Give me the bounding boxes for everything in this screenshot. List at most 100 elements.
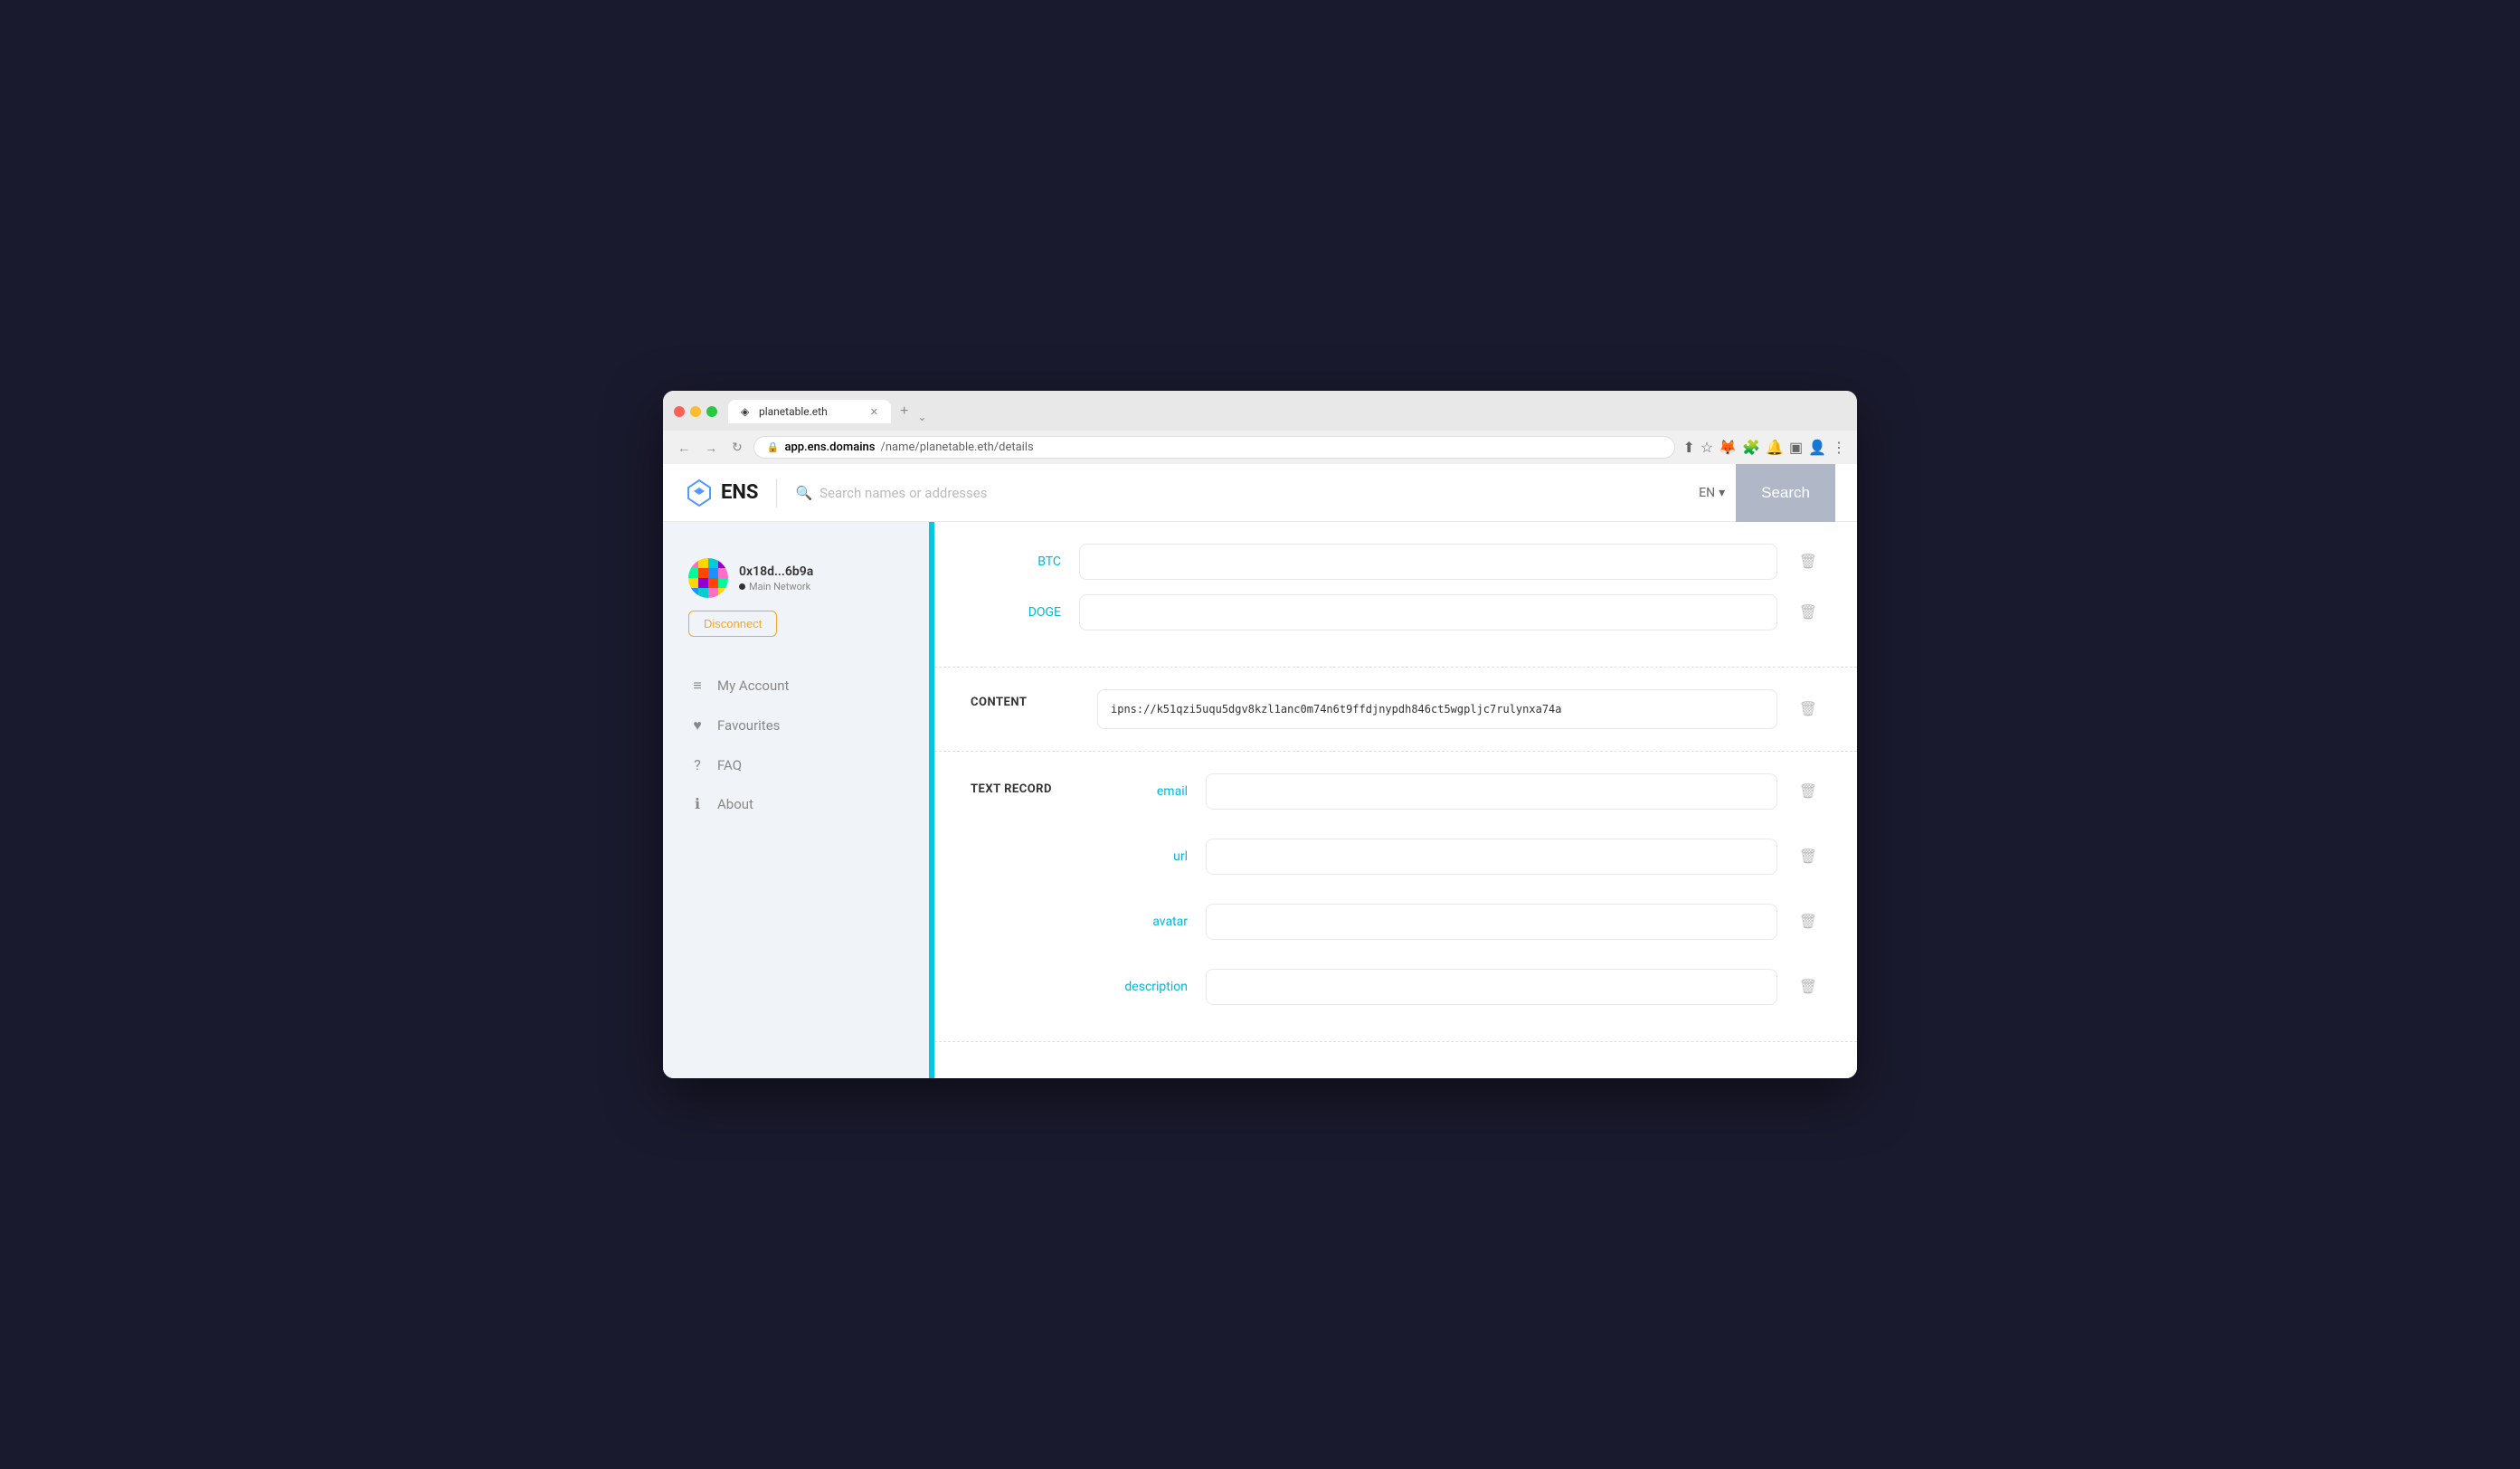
chevron-down-icon: ▾ — [1719, 486, 1725, 500]
sidebar-item-my-account[interactable]: ≡ My Account — [663, 666, 932, 706]
browser-controls: ◈ planetable.eth ✕ + ⌄ — [674, 400, 1846, 423]
description-input[interactable] — [1206, 969, 1777, 1005]
btc-label: BTC — [971, 554, 1061, 569]
sidebar-item-label: FAQ — [717, 757, 742, 773]
address-path: /name/planetable.eth/details — [880, 441, 1033, 454]
question-icon: ? — [688, 756, 706, 773]
new-tab-button[interactable]: + — [893, 400, 915, 423]
browser-tab[interactable]: ◈ planetable.eth ✕ — [728, 400, 891, 423]
address-bar[interactable]: 🔒 app.ens.domains /name/planetable.eth/d… — [753, 436, 1676, 459]
sidebar-item-faq[interactable]: ? FAQ — [663, 745, 932, 784]
app-header: ENS 🔍 Search names or addresses EN ▾ Sea… — [663, 464, 1857, 522]
url-label: url — [1097, 849, 1188, 864]
avatar-label: avatar — [1097, 915, 1188, 929]
search-bar[interactable]: 🔍 Search names or addresses — [795, 485, 1688, 501]
traffic-lights — [674, 406, 717, 417]
search-placeholder: Search names or addresses — [819, 485, 987, 501]
address-domain: app.ens.domains — [784, 441, 875, 454]
btc-input[interactable] — [1079, 544, 1777, 580]
description-delete-button[interactable]: 🗑 — [1795, 974, 1821, 1000]
btc-delete-button[interactable]: 🗑 — [1795, 549, 1821, 574]
reload-button[interactable]: ↻ — [728, 438, 746, 457]
search-icon: 🔍 — [795, 485, 812, 501]
content-value: ipns://k51qzi5uqu5dgv8kzl1anc0m74n6t9ffd… — [1097, 689, 1777, 729]
doge-label: DOGE — [971, 605, 1061, 620]
doge-row: DOGE 🗑 — [971, 594, 1821, 630]
url-input[interactable] — [1206, 839, 1777, 875]
content-section: CONTENT ipns://k51qzi5uqu5dgv8kzl1anc0m7… — [934, 668, 1857, 752]
browser-action-buttons: ⬆ ☆ 🦊 🧩 🔔 ▣ 👤 ⋮ — [1682, 439, 1846, 456]
lock-icon: 🔒 — [767, 441, 780, 453]
description-label: description — [1097, 980, 1188, 994]
sidebar-item-label: My Account — [717, 678, 789, 694]
heart-icon: ♥ — [688, 716, 706, 734]
forward-button[interactable]: → — [701, 439, 721, 457]
content-area: BTC 🗑 DOGE 🗑 CONTENT ipns://k51qzi5uqu5d — [934, 522, 1857, 1078]
email-input[interactable] — [1206, 773, 1777, 810]
disconnect-button[interactable]: Disconnect — [688, 611, 777, 637]
btc-row: BTC 🗑 — [971, 544, 1821, 580]
email-label: email — [1097, 784, 1188, 799]
avatar-row: avatar 🗑 — [1097, 904, 1821, 940]
sidebar-item-label: About — [717, 796, 753, 812]
network-dot — [739, 583, 745, 590]
avatar — [688, 558, 728, 598]
browser-chrome: ◈ planetable.eth ✕ + ⌄ — [663, 391, 1857, 431]
description-row: description 🗑 — [1097, 969, 1821, 1005]
close-button[interactable] — [674, 406, 685, 417]
sidebar-item-label: Favourites — [717, 717, 780, 734]
main-layout: 0x18d...6b9a Main Network Disconnect ≡ M… — [663, 522, 1857, 1078]
content-section-header: CONTENT — [971, 696, 1079, 709]
tab-expand-icon: ⌄ — [917, 411, 926, 423]
info-icon: ℹ — [688, 795, 706, 812]
network-badge: Main Network — [739, 581, 906, 592]
language-selector[interactable]: EN ▾ — [1688, 480, 1736, 506]
account-info: 0x18d...6b9a Main Network — [688, 558, 906, 598]
menu-icon[interactable]: ⋮ — [1832, 439, 1846, 456]
email-row: email 🗑 — [1097, 773, 1821, 810]
url-row: url 🗑 — [1097, 839, 1821, 875]
ens-logo-text: ENS — [721, 481, 758, 504]
url-delete-button[interactable]: 🗑 — [1795, 844, 1821, 869]
tab-close-button[interactable]: ✕ — [870, 406, 878, 418]
app-content: ENS 🔍 Search names or addresses EN ▾ Sea… — [663, 464, 1857, 1078]
bell-icon[interactable]: 🔔 — [1766, 439, 1784, 456]
language-label: EN — [1699, 486, 1715, 500]
sidebar-item-favourites[interactable]: ♥ Favourites — [663, 706, 932, 745]
minimize-button[interactable] — [690, 406, 701, 417]
back-button[interactable]: ← — [674, 439, 694, 457]
email-delete-button[interactable]: 🗑 — [1795, 779, 1821, 804]
puzzle-icon[interactable]: 🧩 — [1742, 439, 1760, 456]
ens-logo[interactable]: ENS — [685, 479, 758, 507]
avatar-input[interactable] — [1206, 904, 1777, 940]
browser-window: ◈ planetable.eth ✕ + ⌄ ← → ↻ 🔒 app.ens.d… — [663, 391, 1857, 1078]
tab-favicon-icon: ◈ — [741, 405, 753, 418]
profile-icon[interactable]: 👤 — [1808, 439, 1826, 456]
text-record-header: TEXT RECORD — [971, 773, 1079, 796]
network-label: Main Network — [749, 581, 810, 592]
sidebar: 0x18d...6b9a Main Network Disconnect ≡ M… — [663, 522, 934, 1078]
tab-title: planetable.eth — [759, 405, 828, 418]
account-address: 0x18d...6b9a — [739, 564, 906, 579]
text-record-grid: email 🗑 url 🗑 avatar — [1097, 773, 1821, 1019]
address-bar-row: ← → ↻ 🔒 app.ens.domains /name/planetable… — [663, 431, 1857, 464]
fullscreen-button[interactable] — [706, 406, 717, 417]
header-divider — [776, 479, 777, 507]
account-details: 0x18d...6b9a Main Network — [739, 564, 906, 592]
avatar-delete-button[interactable]: 🗑 — [1795, 909, 1821, 934]
content-delete-button[interactable]: 🗑 — [1795, 697, 1821, 722]
ens-logo-icon — [685, 479, 714, 507]
doge-delete-button[interactable]: 🗑 — [1795, 600, 1821, 625]
split-view-icon[interactable]: ▣ — [1789, 439, 1803, 456]
tabs-row: ◈ planetable.eth ✕ + ⌄ — [728, 400, 926, 423]
fox-icon[interactable]: 🦊 — [1719, 439, 1737, 456]
avatar-image — [688, 558, 728, 598]
sidebar-nav: ≡ My Account ♥ Favourites ? FAQ ℹ About — [663, 659, 932, 830]
sidebar-item-about[interactable]: ℹ About — [663, 784, 932, 823]
doge-input[interactable] — [1079, 594, 1777, 630]
bookmark-icon[interactable]: ☆ — [1701, 439, 1713, 456]
share-icon[interactable]: ⬆ — [1682, 439, 1694, 456]
text-record-section: TEXT RECORD email 🗑 url 🗑 — [934, 752, 1857, 1042]
coin-section: BTC 🗑 DOGE 🗑 — [934, 522, 1857, 668]
search-button[interactable]: Search — [1736, 464, 1835, 522]
